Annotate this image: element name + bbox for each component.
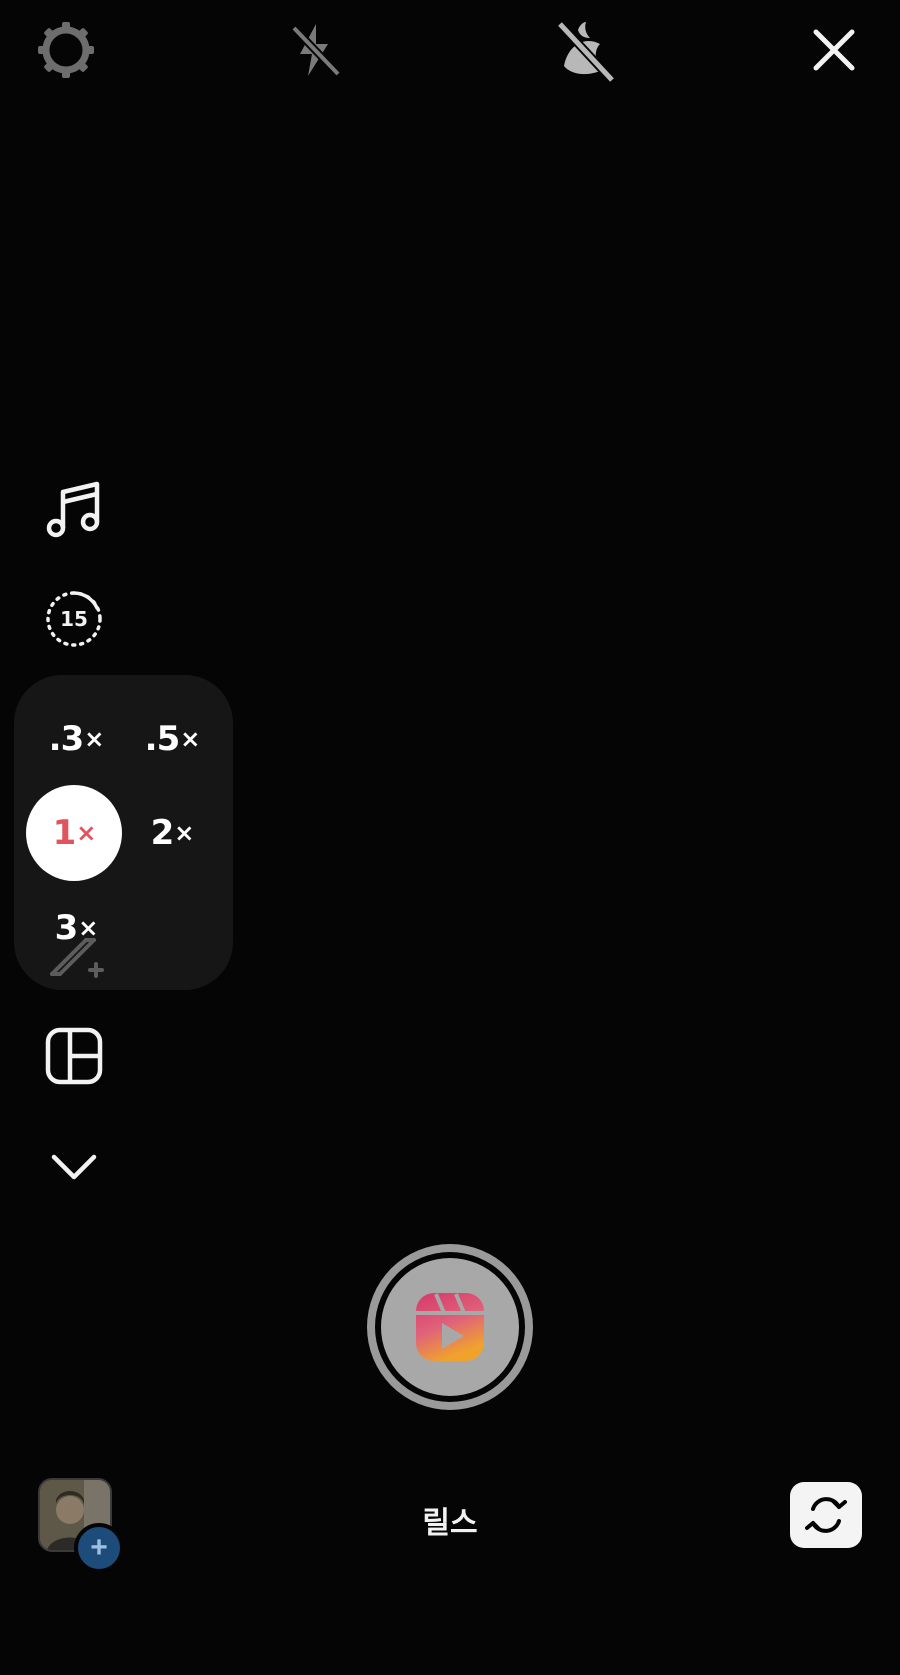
flash-off-icon bbox=[291, 24, 341, 77]
reels-icon bbox=[416, 1293, 484, 1361]
night-mode-off-icon bbox=[556, 20, 616, 84]
add-from-gallery-button[interactable]: + bbox=[74, 1523, 124, 1573]
flash-toggle[interactable] bbox=[278, 14, 350, 86]
zoom-option-2x[interactable]: 2 × bbox=[124, 785, 220, 881]
timer-icon: 15 bbox=[46, 591, 102, 647]
settings-button[interactable] bbox=[30, 14, 102, 86]
music-note-icon bbox=[46, 481, 100, 538]
night-mode-toggle[interactable] bbox=[550, 14, 622, 86]
chevron-down-icon bbox=[51, 1154, 97, 1180]
zoom-option-0.3x[interactable]: .3 × bbox=[28, 691, 124, 787]
zoom-option-0.5x[interactable]: .5 × bbox=[124, 691, 220, 787]
close-icon bbox=[813, 29, 855, 71]
zoom-option-1x[interactable]: 1 × bbox=[26, 785, 122, 881]
layout-grid-icon bbox=[45, 1027, 103, 1085]
close-button[interactable] bbox=[798, 14, 870, 86]
plus-icon: + bbox=[90, 1531, 108, 1564]
flip-camera-button[interactable] bbox=[790, 1482, 862, 1548]
more-options-button[interactable] bbox=[38, 1130, 110, 1202]
zoom-panel: .3 × .5 × 1 × 2 × 3 × bbox=[14, 675, 233, 990]
shutter-button[interactable] bbox=[367, 1244, 533, 1410]
timer-label: 15 bbox=[60, 607, 88, 631]
camera-flip-icon bbox=[805, 1497, 847, 1533]
mode-label[interactable]: 릴스 bbox=[350, 1498, 550, 1542]
magic-wand-icon bbox=[50, 938, 104, 978]
layout-button[interactable] bbox=[38, 1020, 110, 1092]
timer-button[interactable]: 15 bbox=[38, 583, 110, 655]
settings-gear-icon bbox=[38, 22, 94, 78]
music-button[interactable] bbox=[38, 474, 110, 546]
